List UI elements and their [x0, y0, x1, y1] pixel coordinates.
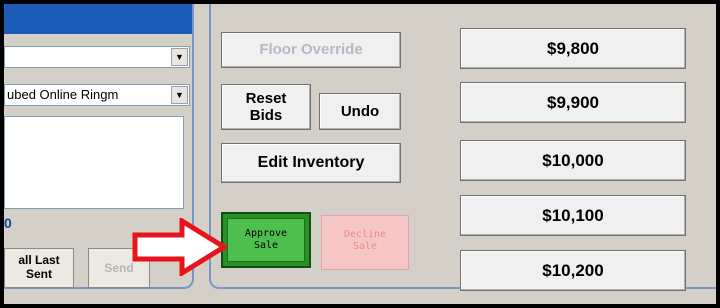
reset-bids-button[interactable]: Reset Bids: [221, 84, 311, 130]
recall-button-line1: all Last: [18, 253, 60, 267]
chevron-down-icon[interactable]: ▼: [171, 48, 188, 66]
price-button-10200[interactable]: $10,200: [460, 250, 686, 291]
undo-button[interactable]: Undo: [319, 93, 401, 130]
combo-box-2[interactable]: ubed Online Ringm ▼: [4, 84, 190, 106]
floor-override-button[interactable]: Floor Override: [221, 32, 401, 68]
combo-box-2-value: ubed Online Ringm: [7, 87, 119, 102]
app-window: ▼ ubed Online Ringm ▼ 0 all Last Sent Se…: [0, 0, 720, 308]
reset-bids-line1: Reset: [245, 90, 287, 107]
price-button-10100[interactable]: $10,100: [460, 195, 686, 236]
recall-last-sent-button[interactable]: all Last Sent: [4, 248, 74, 288]
chevron-down-icon[interactable]: ▼: [171, 86, 188, 104]
decline-sale-button[interactable]: Decline Sale: [321, 215, 409, 270]
decline-sale-line1: Decline: [343, 229, 387, 240]
edit-inventory-button[interactable]: Edit Inventory: [221, 143, 401, 183]
approve-sale-line1: Approve: [244, 228, 288, 239]
red-arrow-icon: [132, 218, 228, 276]
message-textbox[interactable]: [4, 116, 184, 209]
reset-bids-line2: Bids: [249, 107, 283, 124]
decline-sale-line2: Sale: [352, 241, 378, 252]
approve-sale-face: Approve Sale: [227, 218, 305, 262]
price-button-9900[interactable]: $9,900: [460, 82, 686, 123]
price-button-9800[interactable]: $9,800: [460, 28, 686, 69]
combo-box-1[interactable]: ▼: [4, 46, 190, 68]
recall-button-line2: Sent: [25, 267, 52, 281]
approve-sale-line2: Sale: [253, 240, 279, 251]
price-button-10000[interactable]: $10,000: [460, 140, 686, 181]
status-mark: 0: [4, 215, 12, 231]
approve-sale-button[interactable]: Approve Sale: [221, 212, 311, 268]
panel-header: [4, 4, 192, 34]
